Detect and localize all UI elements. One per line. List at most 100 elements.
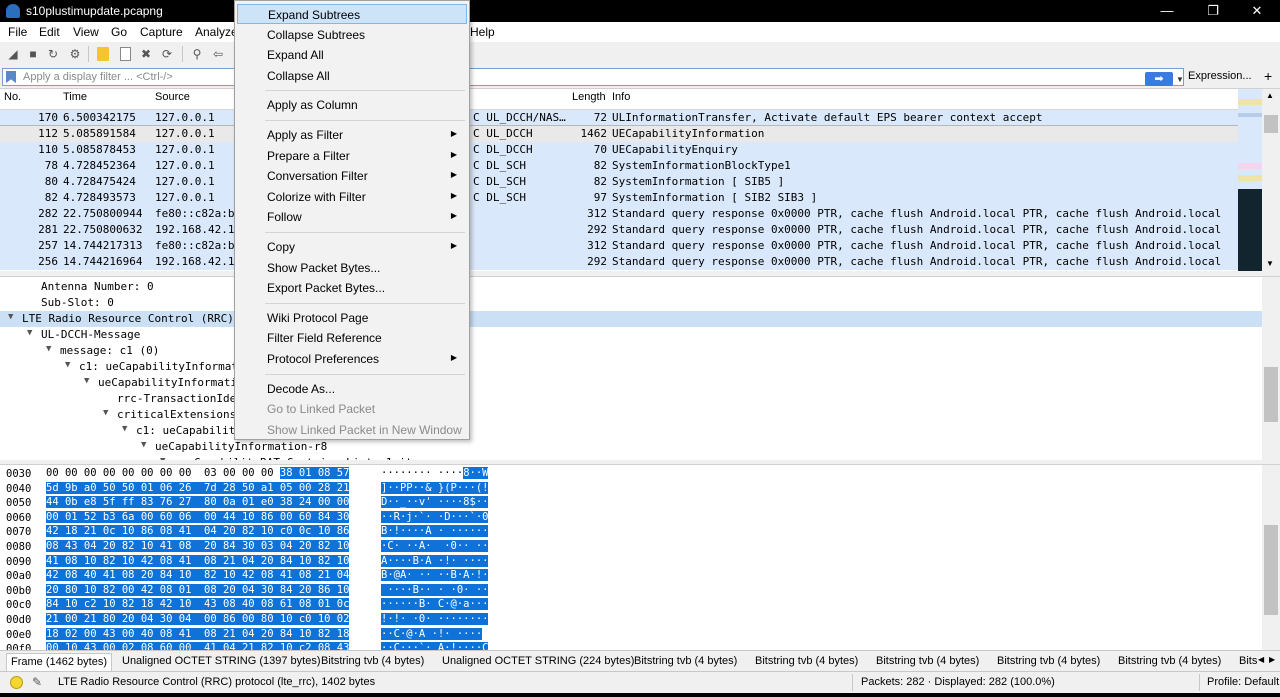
- expand-arrow-icon[interactable]: ▼: [122, 424, 127, 434]
- hex-row[interactable]: 0040 5d 9b a0 50 50 01 06 26 7d 28 50 a1 …: [0, 481, 1262, 497]
- bookmark-icon[interactable]: [6, 71, 16, 83]
- packet-row[interactable]: 80 4.728475424 127.0.0.1 C DL_SCH 82 SystemIn…: [0, 174, 1238, 190]
- column-header-source[interactable]: Source: [155, 91, 190, 103]
- tab-bitstring-6[interactable]: Bitstring tvb (4 bytes): [1114, 653, 1225, 671]
- hex-row[interactable]: 0090 41 08 10 82 10 42 08 41 08 21 04 20 …: [0, 554, 1262, 570]
- apply-filter-arrow-icon[interactable]: ➡: [1145, 72, 1173, 86]
- restore-button[interactable]: ❐: [1190, 0, 1236, 22]
- hex-row[interactable]: 0030 00 00 00 00 00 00 00 00 03 00 00 00 …: [0, 467, 1262, 482]
- column-header-length[interactable]: Length: [572, 91, 606, 103]
- detail-tree-item[interactable]: ▼ criticalExtensions: [0, 407, 1262, 423]
- packet-list-scrollbar[interactable]: ▲ ▼: [1262, 89, 1280, 271]
- expand-arrow-icon[interactable]: ▼: [65, 360, 70, 370]
- menu-item-wiki-protocol-page[interactable]: Wiki Protocol Page: [237, 308, 467, 328]
- packet-minimap[interactable]: [1238, 89, 1262, 271]
- detail-tree-item[interactable]: ▼ ueCapabilityInformation-r8: [0, 439, 1262, 455]
- tab-unaligned-octet-224[interactable]: Unaligned OCTET STRING (224 bytes): [438, 653, 638, 671]
- close-file-icon[interactable]: ✖: [137, 45, 155, 63]
- menu-item-apply-as-column[interactable]: Apply as Column: [237, 95, 467, 115]
- status-profile[interactable]: Profile: Default: [1207, 676, 1279, 688]
- hex-row[interactable]: 00f0 00 10 43 00 02 08 60 00 41 04 21 82 …: [0, 642, 1262, 650]
- packet-row[interactable]: 256 14.744216964 192.168.42.1 292 Standard q…: [0, 254, 1238, 270]
- menu-file[interactable]: File: [8, 25, 27, 39]
- save-icon[interactable]: ⟳: [158, 45, 176, 63]
- detail-tree-item[interactable]: ▼ c1: ueCapabilityInformat: [0, 359, 1262, 375]
- tab-bitstring-4[interactable]: Bitstring tvb (4 bytes): [872, 653, 983, 671]
- tab-bitstring-2[interactable]: Bitstring tvb (4 bytes): [630, 653, 741, 671]
- detail-tree-item[interactable]: ▼ c1: ueCapabilit: [0, 423, 1262, 439]
- packet-row[interactable]: 281 22.750800632 192.168.42.1 292 Standard q…: [0, 222, 1238, 238]
- tab-bitstring-1[interactable]: Bitstring tvb (4 bytes): [317, 653, 428, 671]
- tab-unaligned-octet-1397[interactable]: Unaligned OCTET STRING (1397 bytes): [118, 653, 324, 671]
- expand-arrow-icon[interactable]: ▼: [27, 328, 32, 338]
- menu-item-export-packet-bytes[interactable]: Export Packet Bytes...: [237, 278, 467, 298]
- packet-row[interactable]: 110 5.085878453 127.0.0.1 C DL_DCCH 70 UECapa…: [0, 142, 1238, 158]
- menu-item-apply-as-filter[interactable]: Apply as Filter ▶: [237, 125, 467, 145]
- close-button[interactable]: ✕: [1234, 0, 1280, 22]
- expand-arrow-icon[interactable]: ▼: [141, 440, 146, 450]
- packet-row[interactable]: 282 22.750800944 fe80::c82a:b 312 Standard q…: [0, 206, 1238, 222]
- scroll-thumb[interactable]: [1264, 525, 1278, 615]
- options-icon[interactable]: ⚙: [66, 45, 84, 63]
- expand-arrow-icon[interactable]: ▼: [103, 408, 108, 418]
- find-icon[interactable]: ⚲: [188, 45, 206, 63]
- packet-row[interactable]: 112 5.085891584 127.0.0.1 C UL_DCCH 1462 UECa…: [0, 125, 1239, 143]
- detail-tree-item[interactable]: ▼ message: c1 (0): [0, 343, 1262, 359]
- stop-icon[interactable]: ■: [24, 45, 42, 63]
- open-icon[interactable]: [94, 45, 112, 63]
- expand-arrow-icon[interactable]: ▼: [84, 376, 89, 386]
- menu-capture[interactable]: Capture: [140, 25, 183, 39]
- packet-bytes-pane[interactable]: 0030 00 00 00 00 00 00 00 00 03 00 00 00 …: [0, 464, 1280, 650]
- bytes-scrollbar[interactable]: [1262, 465, 1280, 650]
- menu-item-conversation-filter[interactable]: Conversation Filter ▶: [237, 166, 467, 186]
- hex-row[interactable]: 00d0 21 00 21 80 20 04 30 04 00 86 00 80 …: [0, 613, 1262, 628]
- display-filter-input[interactable]: Apply a display filter ... <Ctrl-/> ➡ ▼: [2, 68, 1184, 86]
- tab-frame[interactable]: Frame (1462 bytes): [6, 653, 112, 671]
- menu-go[interactable]: Go: [111, 25, 127, 39]
- document-icon[interactable]: [116, 45, 134, 63]
- comment-edit-icon[interactable]: ✎: [32, 675, 42, 689]
- column-header-info[interactable]: Info: [612, 91, 630, 103]
- expand-arrow-icon[interactable]: ▼: [46, 344, 51, 354]
- restart-icon[interactable]: ↻: [44, 45, 62, 63]
- hex-row[interactable]: 0070 42 18 21 0c 10 86 08 41 04 20 82 10 …: [0, 525, 1262, 540]
- menu-item-expand-subtrees[interactable]: Expand Subtrees: [237, 4, 467, 24]
- hex-row[interactable]: 00a0 42 08 40 41 08 20 84 10 82 10 42 08 …: [0, 569, 1262, 584]
- detail-tree-item[interactable]: ▼ ueCapabilityInformati: [0, 375, 1262, 391]
- menu-item-expand-all[interactable]: Expand All: [237, 45, 467, 65]
- packet-row[interactable]: 78 4.728452364 127.0.0.1 C DL_SCH 82 SystemIn…: [0, 158, 1238, 174]
- hex-row[interactable]: 00b0 20 80 10 82 00 42 08 01 08 20 04 30 …: [0, 583, 1262, 599]
- filter-history-dropdown-icon[interactable]: ▼: [1173, 71, 1187, 89]
- detail-tree-item[interactable]: Sub-Slot: 0: [0, 295, 1262, 311]
- tab-scroll-left-icon[interactable]: ◀: [1258, 655, 1264, 664]
- packet-row[interactable]: 82 4.728493573 127.0.0.1 C DL_SCH 97 SystemIn…: [0, 190, 1238, 206]
- menu-analyze[interactable]: Analyze: [195, 25, 238, 39]
- expand-arrow-icon[interactable]: ▼: [160, 456, 165, 460]
- menu-item-decode-as[interactable]: Decode As...: [237, 379, 467, 399]
- tab-bitstring-5[interactable]: Bitstring tvb (4 bytes): [993, 653, 1104, 671]
- detail-tree-item[interactable]: ▼ ue-CapabilityRAT-ContainerList: 1 item: [0, 455, 1262, 460]
- scroll-up-icon[interactable]: ▲: [1266, 91, 1274, 100]
- menu-item-collapse-subtrees[interactable]: Collapse Subtrees: [237, 25, 467, 45]
- add-filter-button[interactable]: +: [1264, 68, 1272, 84]
- menu-item-protocol-preferences[interactable]: Protocol Preferences ▶: [237, 349, 467, 369]
- details-scrollbar[interactable]: [1262, 277, 1280, 460]
- detail-tree-item[interactable]: ▼ UL-DCCH-Message: [0, 327, 1262, 343]
- hex-row[interactable]: 0060 00 01 52 b3 6a 00 60 06 00 44 10 86 …: [0, 510, 1262, 526]
- packet-row[interactable]: 257 14.744217313 fe80::c82a:b 312 Standard q…: [0, 238, 1238, 254]
- menu-item-follow[interactable]: Follow ▶: [237, 207, 467, 227]
- menu-item-collapse-all[interactable]: Collapse All: [237, 66, 467, 86]
- menu-view[interactable]: View: [73, 25, 99, 39]
- menu-item-copy[interactable]: Copy ▶: [237, 237, 467, 257]
- tab-bitstring-7[interactable]: Bits: [1235, 653, 1257, 671]
- packet-details-tree[interactable]: Antenna Number: 0 Sub-Slot: 0 ▼ LTE Radio R…: [0, 276, 1280, 460]
- menu-edit[interactable]: Edit: [39, 25, 60, 39]
- hex-row[interactable]: 00c0 84 10 c2 10 82 18 42 10 43 08 40 08 …: [0, 598, 1262, 613]
- menu-item-show-packet-bytes[interactable]: Show Packet Bytes...: [237, 258, 467, 278]
- expand-arrow-icon[interactable]: ▼: [8, 312, 13, 322]
- column-header-no[interactable]: No.: [4, 91, 21, 103]
- detail-tree-item[interactable]: rrc-TransactionIde: [0, 391, 1262, 407]
- packet-row[interactable]: 170 6.500342175 127.0.0.1 C UL_DCCH/NAS… 72 U…: [0, 110, 1238, 126]
- menu-item-filter-field-reference[interactable]: Filter Field Reference: [237, 328, 467, 348]
- menu-item-prepare-a-filter[interactable]: Prepare a Filter ▶: [237, 146, 467, 166]
